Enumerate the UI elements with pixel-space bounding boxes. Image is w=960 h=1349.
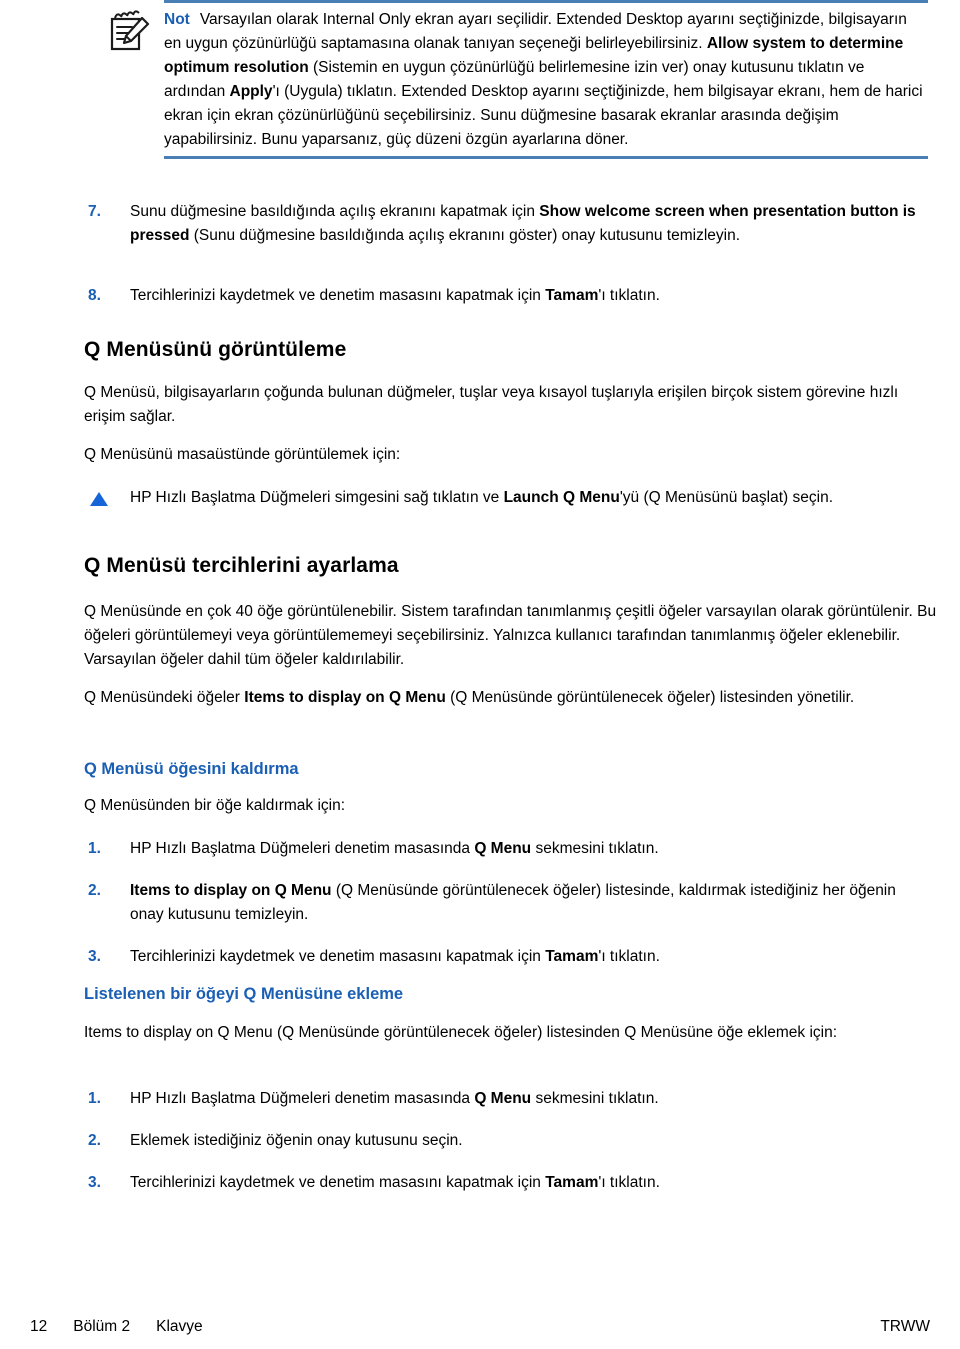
list-item: 1. HP Hızlı Başlatma Düğmeleri denetim m… — [84, 1087, 928, 1111]
note-body: Not Varsayılan olarak Internal Only ekran… — [104, 3, 928, 152]
list-item-number: 7. — [88, 203, 101, 220]
list-item: 2. Eklemek istediğiniz öğenin onay kutus… — [84, 1129, 928, 1153]
footer-left: 12 Bölüm 2 Klavye — [30, 1318, 203, 1336]
list-item-number: 3. — [88, 1174, 101, 1191]
paragraph-view-qmenu-intro: Q Menüsü, bilgisayarların çoğunda buluna… — [84, 384, 899, 425]
paragraph-prefs-2: Q Menüsündeki öğeler Items to display on… — [84, 689, 855, 706]
subsection-heading-add-item: Listelenen bir öğeyi Q Menüsüne ekleme — [84, 985, 404, 1003]
note-text: Not Varsayılan olarak Internal Only ekran… — [164, 8, 928, 152]
footer-section: Klavye — [156, 1318, 203, 1335]
list-item-number: 1. — [88, 840, 101, 857]
bullet-list-item-text: HP Hızlı Başlatma Düğmeleri simgesini sa… — [130, 489, 833, 506]
note-bottom-rule — [164, 156, 928, 159]
list-item-text: Eklemek istediğiniz öğenin onay kutusunu… — [130, 1132, 463, 1149]
triangle-bullet-icon — [90, 486, 130, 510]
list-item-text: Sunu düğmesine basıldığında açılış ekran… — [130, 203, 916, 244]
note-label: Not — [164, 11, 190, 28]
footer-right: TRWW — [880, 1318, 930, 1335]
list-item: 1. HP Hızlı Başlatma Düğmeleri denetim m… — [84, 837, 928, 861]
note-paragraph: Varsayılan olarak Internal Only ekran ay… — [164, 11, 923, 148]
list-item-number: 2. — [88, 882, 101, 899]
list-item-number: 3. — [88, 948, 101, 965]
list-item-text: HP Hızlı Başlatma Düğmeleri denetim masa… — [130, 840, 659, 857]
footer-chapter: Bölüm 2 — [73, 1318, 131, 1335]
section-heading-view-qmenu: Q Menüsünü görüntüleme — [84, 338, 347, 361]
footer-page-number: 12 — [30, 1318, 48, 1335]
list-item-text: Tercihlerinizi kaydetmek ve denetim masa… — [130, 948, 660, 965]
list-item: 7. Sunu düğmesine basıldığında açılış ek… — [84, 200, 928, 248]
list-item-text: Tercihlerinizi kaydetmek ve denetim masa… — [130, 1174, 660, 1191]
list-item-text: HP Hızlı Başlatma Düğmeleri denetim masa… — [130, 1090, 659, 1107]
list-item: 3. Tercihlerinizi kaydetmek ve denetim m… — [84, 945, 928, 969]
list-item: 8. Tercihlerinizi kaydetmek ve denetim m… — [84, 284, 928, 308]
paragraph-prefs-1: Q Menüsünde en çok 40 öğe görüntülenebil… — [84, 603, 937, 668]
paragraph-add-leadin: Items to display on Q Menu (Q Menüsünde … — [84, 1024, 838, 1041]
list-item-number: 1. — [88, 1090, 101, 1107]
list-item-number: 8. — [88, 287, 101, 304]
list-item: 2. Items to display on Q Menu (Q Menüsün… — [84, 879, 928, 927]
document-page: Not Varsayılan olarak Internal Only ekran… — [0, 0, 960, 1349]
list-item: 3. Tercihlerinizi kaydetmek ve denetim m… — [84, 1171, 928, 1195]
bullet-list-item: HP Hızlı Başlatma Düğmeleri simgesini sa… — [90, 486, 935, 510]
page-footer: 12 Bölüm 2 Klavye TRWW — [0, 1318, 960, 1348]
section-heading-qmenu-prefs: Q Menüsü tercihlerini ayarlama — [84, 554, 399, 577]
paragraph-view-qmenu-leadin: Q Menüsünü masaüstünde görüntülemek için… — [84, 446, 401, 463]
paragraph-remove-leadin: Q Menüsünden bir öğe kaldırmak için: — [84, 797, 346, 814]
note-admonition: Not Varsayılan olarak Internal Only ekran… — [104, 0, 928, 159]
list-item-number: 2. — [88, 1132, 101, 1149]
list-item-text: Tercihlerinizi kaydetmek ve denetim masa… — [130, 287, 660, 304]
subsection-heading-remove-item: Q Menüsü öğesini kaldırma — [84, 760, 299, 778]
list-item-text: Items to display on Q Menu (Q Menüsünde … — [130, 882, 896, 923]
note-pencil-icon — [104, 8, 164, 54]
